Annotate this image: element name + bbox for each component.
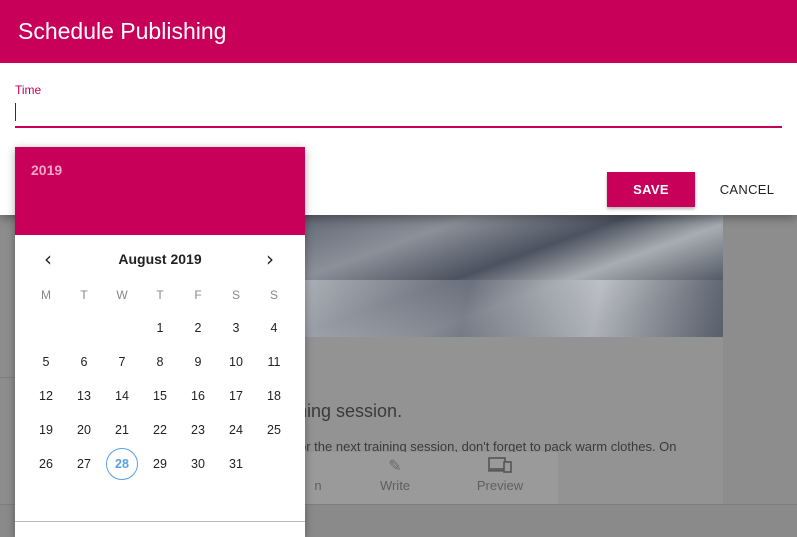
day-2[interactable]: 2 [179, 311, 217, 345]
weekday-label: S [231, 288, 240, 302]
day-9[interactable]: 9 [179, 345, 217, 379]
day-27[interactable]: 27 [65, 447, 103, 481]
day-7[interactable]: 7 [103, 345, 141, 379]
time-field-label: Time [15, 83, 42, 97]
week-row: 19 20 21 22 23 24 25 [27, 413, 293, 447]
day-6[interactable]: 6 [65, 345, 103, 379]
text-caret [15, 103, 16, 121]
date-picker: 2019 ‹ August 2019 › MTWTFSS 1 2 3 4 5 6 7 8 9 10… [15, 147, 305, 537]
post-tabs: n ✎ Write Preview [296, 452, 558, 504]
tab-label: Write [379, 478, 411, 493]
tab-label: Preview [476, 478, 524, 493]
weekday-label: W [116, 288, 128, 302]
day-16[interactable]: 16 [179, 379, 217, 413]
dialog-header: Schedule Publishing [0, 0, 797, 63]
day-grid: 1 2 3 4 5 6 7 8 9 10 11 12 13 14 15 16 17 18 19 20 21 22 23 24 2… [27, 311, 293, 481]
day-21[interactable]: 21 [103, 413, 141, 447]
picker-header: 2019 [15, 147, 305, 235]
day-15[interactable]: 15 [141, 379, 179, 413]
day-22[interactable]: 22 [141, 413, 179, 447]
weekday-label: T [80, 288, 88, 302]
weekday-header: MTWTFSS [27, 288, 293, 302]
day-1[interactable]: 1 [141, 311, 179, 345]
day-25[interactable]: 25 [255, 413, 293, 447]
tab-label: n [314, 478, 322, 493]
devices-icon [460, 456, 540, 478]
chevron-right-icon[interactable]: › [256, 245, 284, 273]
day-3[interactable]: 3 [217, 311, 255, 345]
weekday-label: S [269, 288, 278, 302]
tab-preview: Preview [460, 456, 540, 493]
time-field[interactable]: Time [15, 82, 782, 128]
divider [0, 377, 15, 378]
day-23[interactable]: 23 [179, 413, 217, 447]
day-10[interactable]: 10 [217, 345, 255, 379]
day-12[interactable]: 12 [27, 379, 65, 413]
week-row: 26 27 28 29 30 31 [27, 447, 293, 481]
day-20[interactable]: 20 [65, 413, 103, 447]
week-row: 1234 [27, 311, 293, 345]
day-30[interactable]: 30 [179, 447, 217, 481]
day-8[interactable]: 8 [141, 345, 179, 379]
weekday-label: F [194, 288, 202, 302]
save-button[interactable]: SAVE [607, 172, 695, 207]
cancel-button[interactable]: CANCEL [708, 172, 786, 207]
mountain-image-snow [296, 280, 723, 337]
day-4[interactable]: 4 [255, 311, 293, 345]
day-14[interactable]: 14 [103, 379, 141, 413]
week-row: 5 6 7 8 9 10 11 [27, 345, 293, 379]
day-17[interactable]: 17 [217, 379, 255, 413]
tab-write: ✎ Write [355, 456, 435, 493]
picker-divider [15, 521, 305, 522]
time-input[interactable] [15, 100, 782, 124]
day-19[interactable]: 19 [27, 413, 65, 447]
day-18[interactable]: 18 [255, 379, 293, 413]
dialog-title: Schedule Publishing [18, 18, 227, 44]
post-title: ning session. [297, 401, 403, 421]
picker-year[interactable]: 2019 [31, 162, 289, 178]
day-29[interactable]: 29 [141, 447, 179, 481]
day-13[interactable]: 13 [65, 379, 103, 413]
day-28[interactable]: 28 [103, 447, 141, 481]
weekday-label: T [156, 288, 164, 302]
day-31[interactable]: 31 [217, 447, 255, 481]
weekday-label: M [41, 288, 51, 302]
pencil-icon: ✎ [388, 458, 402, 475]
month-navigation: ‹ August 2019 › [15, 235, 305, 281]
day-24[interactable]: 24 [217, 413, 255, 447]
day-11[interactable]: 11 [255, 345, 293, 379]
week-row: 12 13 14 15 16 17 18 [27, 379, 293, 413]
day-5[interactable]: 5 [27, 345, 65, 379]
day-26[interactable]: 26 [27, 447, 65, 481]
